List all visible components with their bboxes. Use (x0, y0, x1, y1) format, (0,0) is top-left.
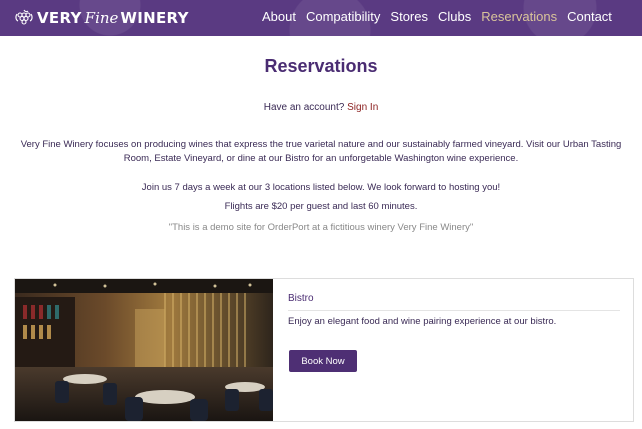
site-header: VERY Fine WINERY About Compatibility Sto… (0, 0, 642, 36)
main-nav: About Compatibility Stores Clubs Reserva… (262, 9, 622, 24)
book-now-button[interactable]: Book Now (289, 350, 357, 372)
join-text: Join us 7 days a week at our 3 locations… (141, 182, 501, 193)
nav-link-reservations[interactable]: Reservations (481, 9, 557, 24)
sign-in-link[interactable]: Sign In (347, 102, 378, 113)
brand-logo[interactable]: VERY Fine WINERY (14, 7, 189, 29)
nav-link-about[interactable]: About (262, 9, 296, 24)
logo-word-winery: WINERY (120, 9, 189, 27)
flights-text: Flights are $20 per guest and last 60 mi… (224, 201, 418, 212)
grape-cluster-icon (15, 9, 33, 25)
reservation-card-body: Bistro Enjoy an elegant food and wine pa… (288, 293, 620, 327)
reservation-card-title: Bistro (288, 293, 620, 311)
nav-link-compatibility[interactable]: Compatibility (306, 9, 380, 24)
logo-word-very: VERY (37, 9, 82, 27)
nav-link-stores[interactable]: Stores (390, 9, 428, 24)
reservation-card-bistro: Bistro Enjoy an elegant food and wine pa… (14, 278, 634, 422)
page-title: Reservations (264, 56, 378, 76)
nav-link-clubs[interactable]: Clubs (438, 9, 471, 24)
logo-word-fine: Fine (84, 9, 119, 27)
nav-link-contact[interactable]: Contact (567, 9, 612, 24)
account-prompt-text: Have an account? (263, 102, 345, 113)
account-prompt: Have an account? Sign In (0, 102, 642, 113)
reservation-card-description: Enjoy an elegant food and wine pairing e… (288, 316, 557, 327)
demo-note: "This is a demo site for OrderPort at a … (168, 222, 474, 233)
intro-text: Very Fine Winery focuses on producing wi… (20, 139, 622, 164)
restaurant-interior-photo (15, 279, 273, 421)
